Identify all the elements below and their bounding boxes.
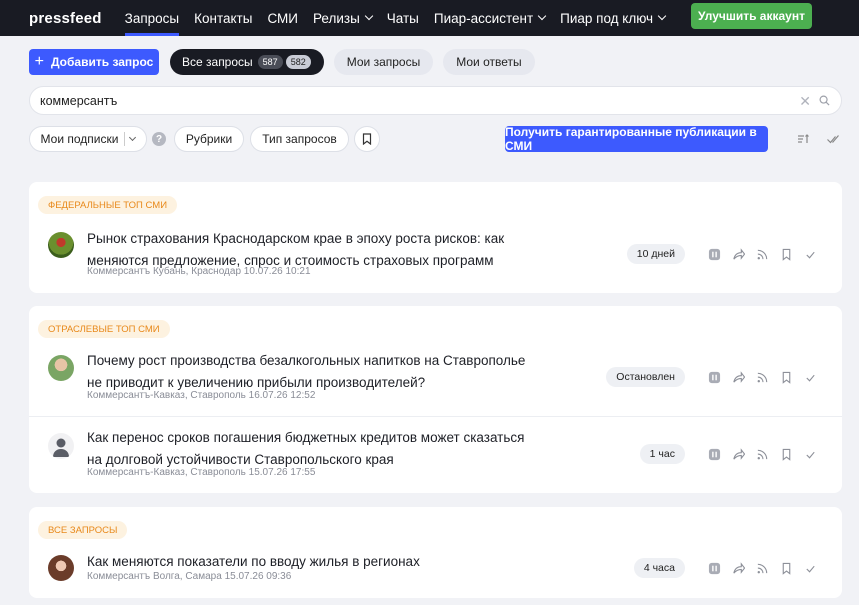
avatar xyxy=(48,355,74,381)
request-actions xyxy=(707,561,827,575)
nav-item-requests[interactable]: Запросы xyxy=(124,0,180,36)
divider xyxy=(124,132,126,146)
tab-my-requests[interactable]: Мои запросы xyxy=(333,49,434,75)
nav-item-pr-assistant[interactable]: Пиар-ассистент xyxy=(434,0,547,36)
filter-row: Мои подписки ? Рубрики Тип запросов Полу… xyxy=(29,125,842,153)
reply-icon[interactable] xyxy=(707,561,721,575)
share-icon[interactable] xyxy=(731,561,745,575)
check-icon[interactable] xyxy=(803,447,817,461)
count-badge: 587 xyxy=(257,55,283,69)
sort-icon[interactable] xyxy=(796,132,810,146)
share-icon[interactable] xyxy=(731,370,745,384)
rss-icon[interactable] xyxy=(755,447,769,461)
nav-item-contacts[interactable]: Контакты xyxy=(194,0,252,36)
request-item[interactable]: Почему рост производства безалкогольных … xyxy=(29,350,842,414)
bookmark-icon[interactable] xyxy=(779,370,793,384)
add-request-label: Добавить запрос xyxy=(50,55,154,69)
request-item[interactable]: Как перенос сроков погашения бюджетных к… xyxy=(29,427,842,489)
plus-icon: + xyxy=(34,53,44,70)
check-icon[interactable] xyxy=(803,370,817,384)
share-icon[interactable] xyxy=(731,247,745,261)
section-card-federal: Федеральные топ СМИ Рынок страхования Кр… xyxy=(29,182,842,293)
chevron-down-icon xyxy=(129,133,137,142)
search-bar: ✕ xyxy=(29,86,842,115)
bookmark-filter-button[interactable] xyxy=(354,126,380,152)
divider xyxy=(29,416,842,417)
request-meta: Коммерсантъ-Кавказ, Ставрополь 16.07.26 … xyxy=(87,390,316,401)
check-icon[interactable] xyxy=(803,247,817,261)
bookmark-icon[interactable] xyxy=(779,247,793,261)
request-meta: Коммерсантъ Волга, Самара 15.07.26 09:36 xyxy=(87,571,292,582)
section-card-all: Все запросы Как меняются показатели по в… xyxy=(29,507,842,598)
reply-icon[interactable] xyxy=(707,447,721,461)
check-icon[interactable] xyxy=(803,561,817,575)
search-input[interactable] xyxy=(40,93,780,108)
section-tag: Все запросы xyxy=(38,521,128,539)
request-item[interactable]: Рынок страхования Краснодарском крае в э… xyxy=(29,226,842,288)
request-actions xyxy=(707,370,827,384)
request-type-button[interactable]: Тип запросов xyxy=(250,126,349,152)
bookmark-icon xyxy=(362,133,372,145)
status-badge: 10 дней xyxy=(626,244,685,264)
add-request-button[interactable]: + Добавить запрос xyxy=(29,49,159,75)
search-icon[interactable] xyxy=(819,95,830,106)
section-card-industry: Отраслевые топ СМИ Почему рост производс… xyxy=(29,306,842,493)
help-icon[interactable]: ? xyxy=(152,132,166,146)
reply-icon[interactable] xyxy=(707,370,721,384)
section-tag: Отраслевые топ СМИ xyxy=(38,320,170,338)
count-badge: 582 xyxy=(285,55,311,69)
status-badge: Остановлен xyxy=(606,367,685,387)
my-subscriptions-label: Мои подписки xyxy=(40,132,119,146)
chevron-down-icon xyxy=(657,11,667,21)
tab-all-requests-label: Все запросы xyxy=(182,55,253,69)
share-icon[interactable] xyxy=(731,447,745,461)
nav-item-media[interactable]: СМИ xyxy=(267,0,298,36)
guaranteed-publications-button[interactable]: Получить гарантированные публикации в СМ… xyxy=(505,125,768,153)
mark-all-read-icon[interactable] xyxy=(826,132,840,146)
rss-icon[interactable] xyxy=(755,561,769,575)
request-meta: Коммерсантъ Кубань, Краснодар 10.07.26 1… xyxy=(87,266,311,277)
my-subscriptions-dropdown[interactable]: Мои подписки xyxy=(29,126,147,152)
section-tag: Федеральные топ СМИ xyxy=(38,196,178,214)
nav-item-chats[interactable]: Чаты xyxy=(387,0,419,36)
avatar xyxy=(48,555,74,581)
request-actions xyxy=(707,447,827,461)
rss-icon[interactable] xyxy=(755,247,769,261)
request-tabs: + Добавить запрос Все запросы 587 582 Мо… xyxy=(29,49,545,75)
chevron-down-icon xyxy=(537,11,547,21)
top-navigation: pressfeed Запросы Контакты СМИ Релизы Ча… xyxy=(0,0,859,36)
user-silhouette-icon xyxy=(53,438,69,457)
tab-my-answers[interactable]: Мои ответы xyxy=(443,49,535,75)
tab-all-requests[interactable]: Все запросы 587 582 xyxy=(170,49,324,75)
status-badge: 1 час xyxy=(639,444,685,464)
logo[interactable]: pressfeed xyxy=(29,10,102,27)
reply-icon[interactable] xyxy=(707,247,721,261)
nav-item-pr-turnkey[interactable]: Пиар под ключ xyxy=(560,0,667,36)
upgrade-account-button[interactable]: Улучшить аккаунт xyxy=(691,3,812,29)
chevron-down-icon xyxy=(364,11,374,21)
request-title[interactable]: Почему рост производства безалкогольных … xyxy=(87,350,537,394)
request-item[interactable]: Как меняются показатели по вводу жилья в… xyxy=(29,551,842,595)
avatar xyxy=(48,232,74,258)
request-title[interactable]: Как перенос сроков погашения бюджетных к… xyxy=(87,427,537,471)
rubrics-button[interactable]: Рубрики xyxy=(174,126,244,152)
avatar xyxy=(48,433,74,459)
bookmark-icon[interactable] xyxy=(779,447,793,461)
clear-icon[interactable]: ✕ xyxy=(799,93,811,110)
request-actions xyxy=(707,247,827,261)
rss-icon[interactable] xyxy=(755,370,769,384)
request-title[interactable]: Как меняются показатели по вводу жилья в… xyxy=(87,551,537,573)
status-badge: 4 часа xyxy=(633,558,685,578)
nav-item-releases[interactable]: Релизы xyxy=(313,0,374,36)
request-meta: Коммерсантъ-Кавказ, Ставрополь 15.07.26 … xyxy=(87,467,316,478)
bookmark-icon[interactable] xyxy=(779,561,793,575)
